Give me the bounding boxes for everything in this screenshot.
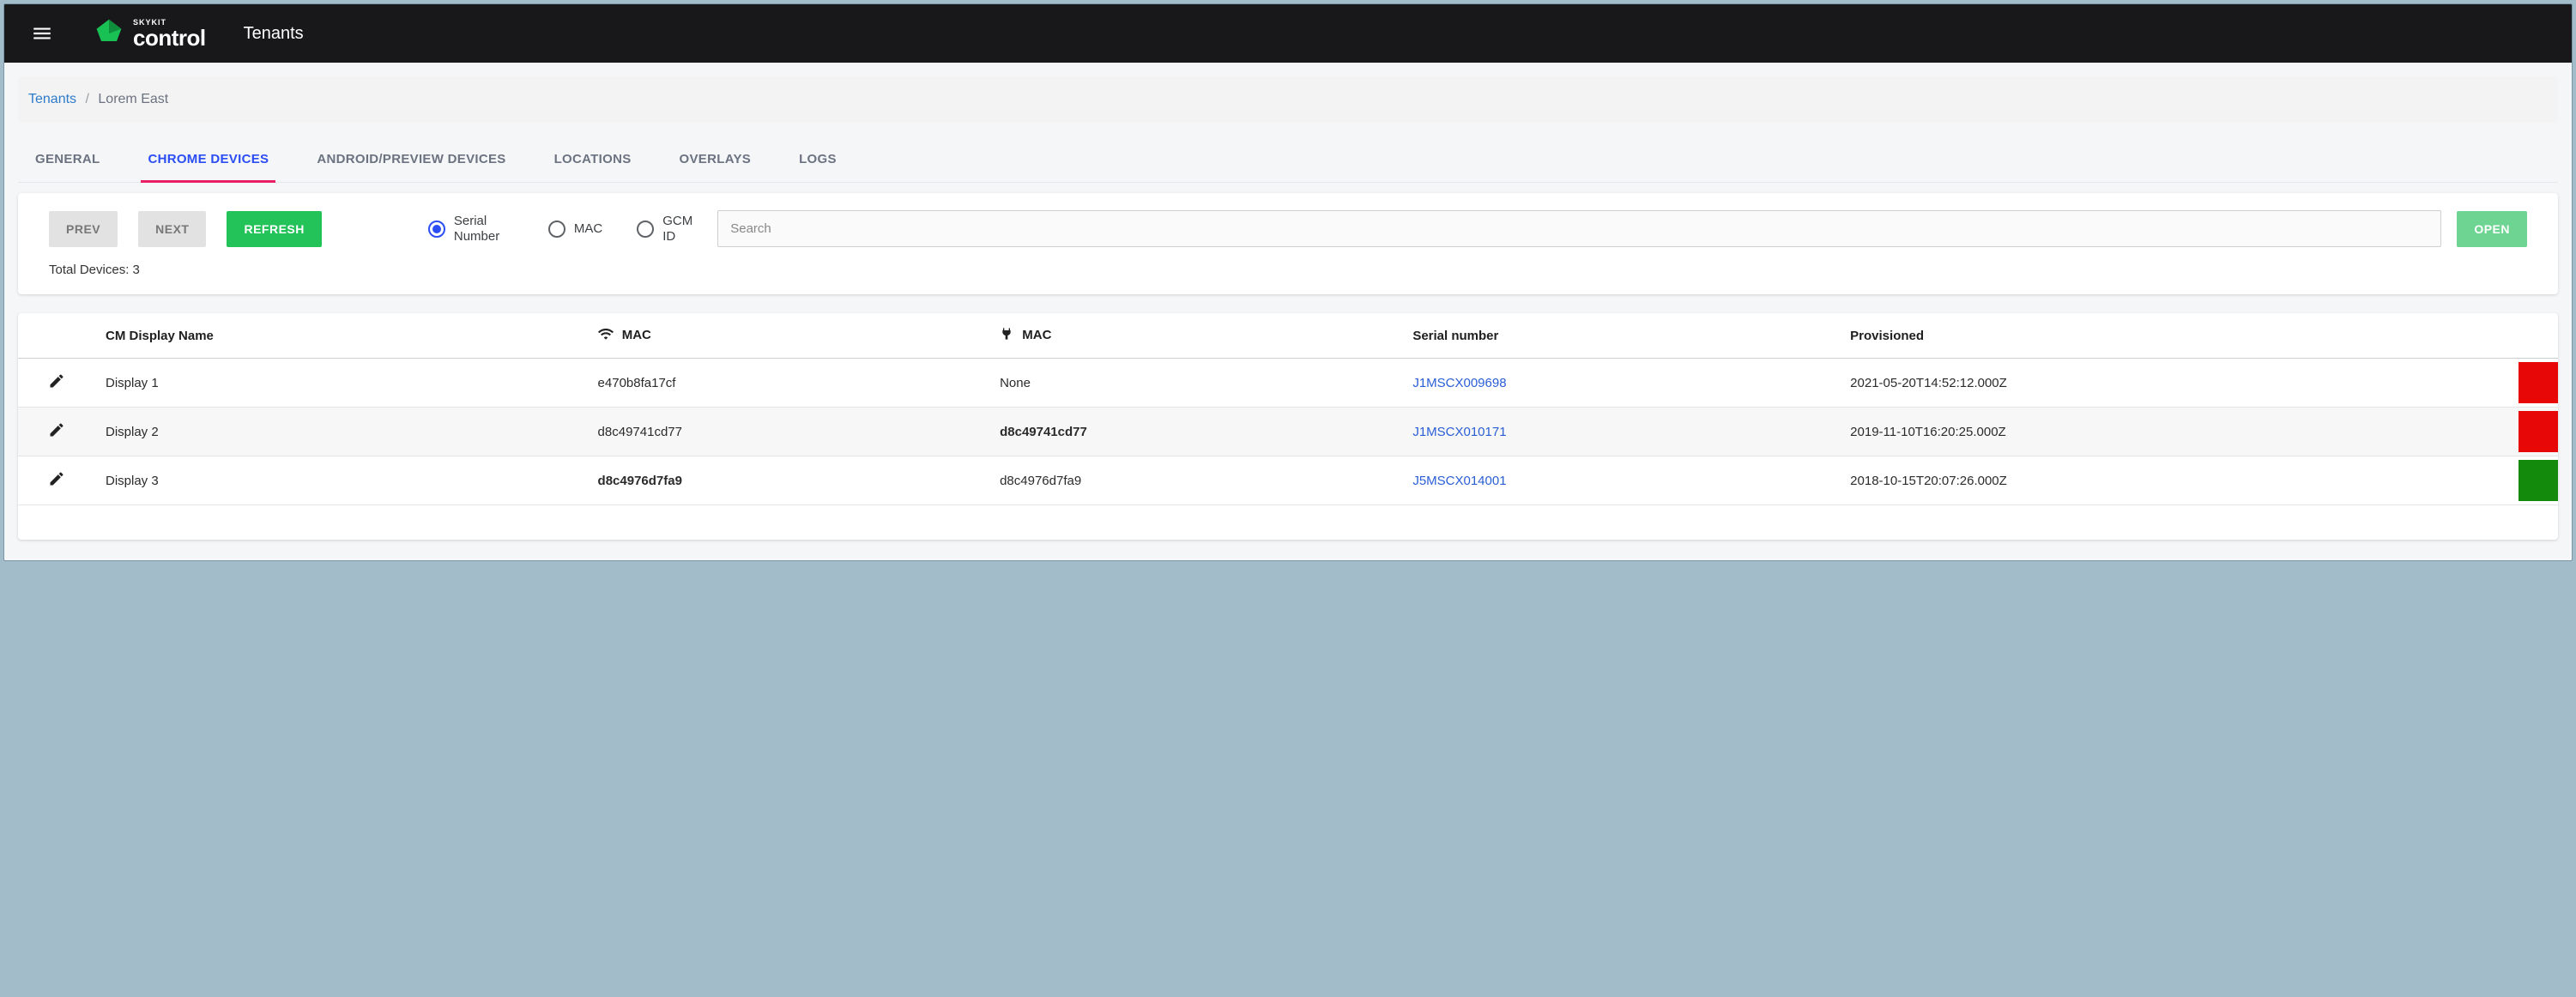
tab-locations[interactable]: LOCATIONS <box>547 136 638 182</box>
total-count: 3 <box>133 263 140 277</box>
breadcrumb: Tenants / Lorem East <box>18 76 2558 123</box>
radio-label: MAC <box>574 221 602 237</box>
radio-icon <box>428 221 445 238</box>
serial-cell[interactable]: J1MSCX009698 <box>1402 359 1840 408</box>
eth-mac-cell: d8c4976d7fa9 <box>989 456 1402 505</box>
search-input[interactable] <box>717 210 2441 247</box>
col-wifi-mac: MAC <box>588 313 990 359</box>
col-provisioned: Provisioned <box>1840 313 2519 359</box>
plug-icon <box>1000 327 1013 344</box>
pencil-icon <box>48 421 65 438</box>
radio-icon <box>637 221 654 238</box>
brand-logo: SKYKIT control <box>94 18 206 49</box>
table-row: Display 3d8c4976d7fa9d8c4976d7fa9J5MSCX0… <box>18 456 2558 505</box>
status-indicator <box>2519 460 2558 501</box>
wifi-mac-cell: d8c4976d7fa9 <box>588 456 990 505</box>
status-indicator <box>2519 362 2558 403</box>
pencil-icon <box>48 372 65 390</box>
tab-logs[interactable]: LOGS <box>792 136 844 182</box>
display-name-cell: Display 1 <box>95 359 588 408</box>
search-type-radio-group: Serial Number MAC GCM ID <box>428 214 697 245</box>
logo-mark-icon <box>94 18 124 49</box>
radio-mac[interactable]: MAC <box>548 221 602 238</box>
wifi-mac-cell: e470b8fa17cf <box>588 359 990 408</box>
radio-serial-number[interactable]: Serial Number <box>428 214 514 245</box>
tab-general[interactable]: GENERAL <box>28 136 106 182</box>
breadcrumb-current: Lorem East <box>98 92 168 106</box>
status-indicator <box>2519 411 2558 452</box>
provisioned-cell: 2019-11-10T16:20:25.000Z <box>1840 408 2519 456</box>
radio-icon <box>548 221 565 238</box>
edit-cell[interactable] <box>18 456 95 505</box>
radio-label: Serial Number <box>454 214 514 245</box>
col-edit <box>18 313 95 359</box>
hamburger-icon <box>31 22 53 45</box>
devices-table: CM Display Name MAC MAC <box>18 313 2558 505</box>
display-name-cell: Display 2 <box>95 408 588 456</box>
content-area: Tenants / Lorem East GENERAL CHROME DEVIC… <box>4 63 2572 560</box>
prev-button[interactable]: PREV <box>49 211 118 247</box>
pencil-icon <box>48 470 65 487</box>
tab-overlays[interactable]: OVERLAYS <box>673 136 759 182</box>
provisioned-cell: 2018-10-15T20:07:26.000Z <box>1840 456 2519 505</box>
total-prefix: Total Devices: <box>49 263 133 277</box>
wifi-mac-cell: d8c49741cd77 <box>588 408 990 456</box>
col-display-name: CM Display Name <box>95 313 588 359</box>
tab-android-preview-devices[interactable]: ANDROID/PREVIEW DEVICES <box>310 136 512 182</box>
wifi-icon <box>598 328 614 343</box>
menu-button[interactable] <box>21 13 63 54</box>
status-cell <box>2519 408 2558 456</box>
app-window: SKYKIT control Tenants Tenants / Lorem E… <box>3 3 2573 561</box>
status-cell <box>2519 456 2558 505</box>
breadcrumb-root[interactable]: Tenants <box>28 92 76 106</box>
eth-mac-cell: d8c49741cd77 <box>989 408 1402 456</box>
top-bar: SKYKIT control Tenants <box>4 4 2572 63</box>
col-status <box>2519 313 2558 359</box>
col-serial: Serial number <box>1402 313 1840 359</box>
tab-chrome-devices[interactable]: CHROME DEVICES <box>141 136 275 182</box>
devices-table-panel: CM Display Name MAC MAC <box>18 313 2558 540</box>
display-name-cell: Display 3 <box>95 456 588 505</box>
section-title: Tenants <box>244 24 304 44</box>
radio-gcm-id[interactable]: GCM ID <box>637 214 697 245</box>
serial-cell[interactable]: J5MSCX014001 <box>1402 456 1840 505</box>
breadcrumb-separator: / <box>86 92 89 106</box>
tabs: GENERAL CHROME DEVICES ANDROID/PREVIEW DEV… <box>18 136 2558 183</box>
status-cell <box>2519 359 2558 408</box>
refresh-button[interactable]: REFRESH <box>227 211 321 247</box>
next-button[interactable]: NEXT <box>138 211 206 247</box>
provisioned-cell: 2021-05-20T14:52:12.000Z <box>1840 359 2519 408</box>
col-eth-mac: MAC <box>989 313 1402 359</box>
brand-big: control <box>133 27 206 49</box>
total-devices: Total Devices: 3 <box>49 263 2527 277</box>
serial-cell[interactable]: J1MSCX010171 <box>1402 408 1840 456</box>
eth-mac-cell: None <box>989 359 1402 408</box>
open-button[interactable]: OPEN <box>2457 211 2527 247</box>
table-row: Display 1e470b8fa17cfNoneJ1MSCX009698202… <box>18 359 2558 408</box>
edit-cell[interactable] <box>18 408 95 456</box>
radio-label: GCM ID <box>662 214 697 245</box>
table-row: Display 2d8c49741cd77d8c49741cd77J1MSCX0… <box>18 408 2558 456</box>
edit-cell[interactable] <box>18 359 95 408</box>
controls-panel: PREV NEXT REFRESH Serial Number MAC GCM … <box>18 193 2558 294</box>
